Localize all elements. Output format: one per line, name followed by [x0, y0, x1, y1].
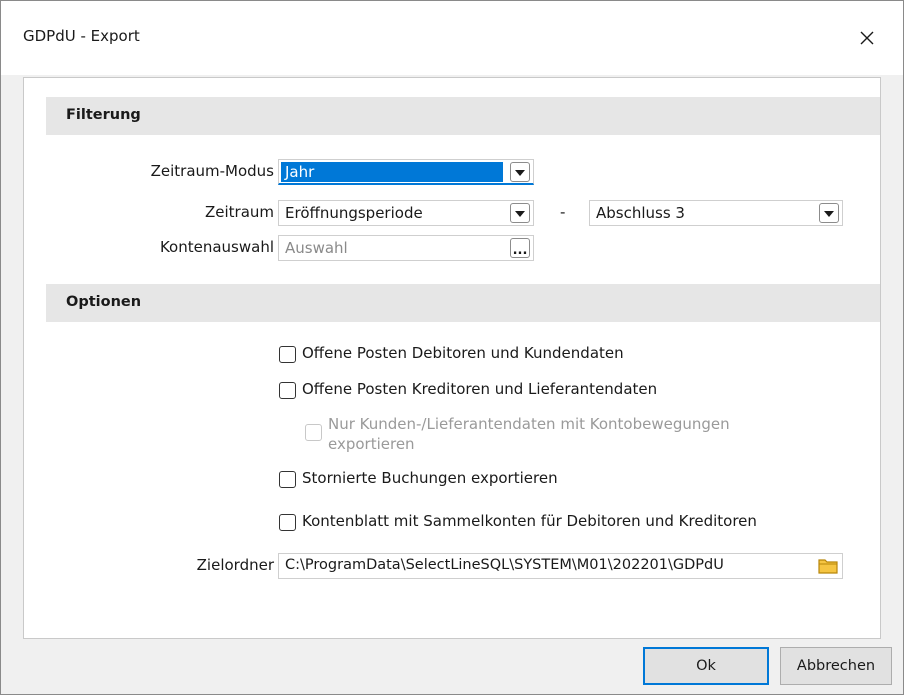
- period-mode-value: Jahr: [285, 163, 315, 181]
- only-moved-option: Nur Kunden-/Lieferantendaten mit Kontobe…: [305, 414, 730, 454]
- account-sheet-label: Kontenblatt mit Sammelkonten für Debitor…: [302, 512, 757, 530]
- section-header-filter: Filterung: [46, 97, 880, 135]
- title-bar: GDPdU - Export: [1, 1, 903, 75]
- period-from-select[interactable]: Eröffnungsperiode: [278, 200, 534, 226]
- section-header-options: Optionen: [46, 284, 880, 322]
- target-folder-value: C:\ProgramData\SelectLineSQL\SYSTEM\M01\…: [285, 557, 724, 573]
- chevron-down-icon: [515, 210, 525, 217]
- period-mode-dropdown-button[interactable]: [510, 162, 530, 182]
- ellipsis-icon: ...: [512, 243, 528, 258]
- period-label: Zeitraum: [204, 203, 274, 221]
- account-sheet-checkbox[interactable]: [279, 514, 296, 531]
- only-moved-label-line2: exportieren: [328, 435, 415, 453]
- period-separator: -: [560, 203, 566, 221]
- period-to-dropdown-button[interactable]: [819, 203, 839, 223]
- options-header-label: Optionen: [66, 294, 142, 310]
- export-dialog: GDPdU - Export Filterung Zeitraum-Modus …: [0, 0, 904, 695]
- target-folder-field[interactable]: C:\ProgramData\SelectLineSQL\SYSTEM\M01\…: [278, 553, 843, 579]
- accounts-placeholder: Auswahl: [285, 239, 348, 257]
- cancelled-label: Stornierte Buchungen exportieren: [302, 469, 558, 487]
- period-from-dropdown-button[interactable]: [510, 203, 530, 223]
- creditors-option[interactable]: Offene Posten Kreditoren und Lieferanten…: [279, 380, 657, 399]
- period-mode-select[interactable]: Jahr: [278, 159, 534, 185]
- content-panel: Filterung Zeitraum-Modus Jahr Zeitraum E…: [23, 77, 881, 639]
- only-moved-checkbox: [305, 424, 322, 441]
- cancelled-checkbox[interactable]: [279, 471, 296, 488]
- only-moved-label: Nur Kunden-/Lieferantendaten mit Kontobe…: [328, 414, 730, 454]
- browse-folder-button[interactable]: [817, 556, 839, 576]
- period-mode-label: Zeitraum-Modus: [150, 162, 274, 180]
- close-button[interactable]: [831, 1, 903, 75]
- debtors-option[interactable]: Offene Posten Debitoren und Kundendaten: [279, 344, 624, 363]
- period-to-select[interactable]: Abschluss 3: [589, 200, 843, 226]
- folder-icon: [818, 559, 838, 574]
- close-icon: [860, 31, 874, 45]
- accounts-field[interactable]: Auswahl ...: [278, 235, 534, 261]
- debtors-checkbox[interactable]: [279, 346, 296, 363]
- window-title: GDPdU - Export: [23, 27, 140, 45]
- cancelled-option[interactable]: Stornierte Buchungen exportieren: [279, 469, 558, 488]
- only-moved-label-line1: Nur Kunden-/Lieferantendaten mit Kontobe…: [328, 415, 730, 433]
- chevron-down-icon: [824, 210, 834, 217]
- filter-header-label: Filterung: [66, 107, 141, 123]
- chevron-down-icon: [515, 169, 525, 176]
- accounts-browse-button[interactable]: ...: [510, 238, 530, 258]
- creditors-checkbox[interactable]: [279, 382, 296, 399]
- period-from-value: Eröffnungsperiode: [285, 204, 423, 222]
- creditors-label: Offene Posten Kreditoren und Lieferanten…: [302, 380, 658, 398]
- cancel-button[interactable]: Abbrechen: [780, 647, 892, 685]
- target-folder-label: Zielordner: [196, 556, 274, 574]
- period-to-value: Abschluss 3: [596, 204, 685, 222]
- accounts-label: Kontenauswahl: [159, 238, 274, 256]
- selection-highlight: [281, 162, 503, 182]
- ok-button[interactable]: Ok: [643, 647, 769, 685]
- account-sheet-option[interactable]: Kontenblatt mit Sammelkonten für Debitor…: [279, 512, 757, 531]
- debtors-label: Offene Posten Debitoren und Kundendaten: [302, 344, 624, 362]
